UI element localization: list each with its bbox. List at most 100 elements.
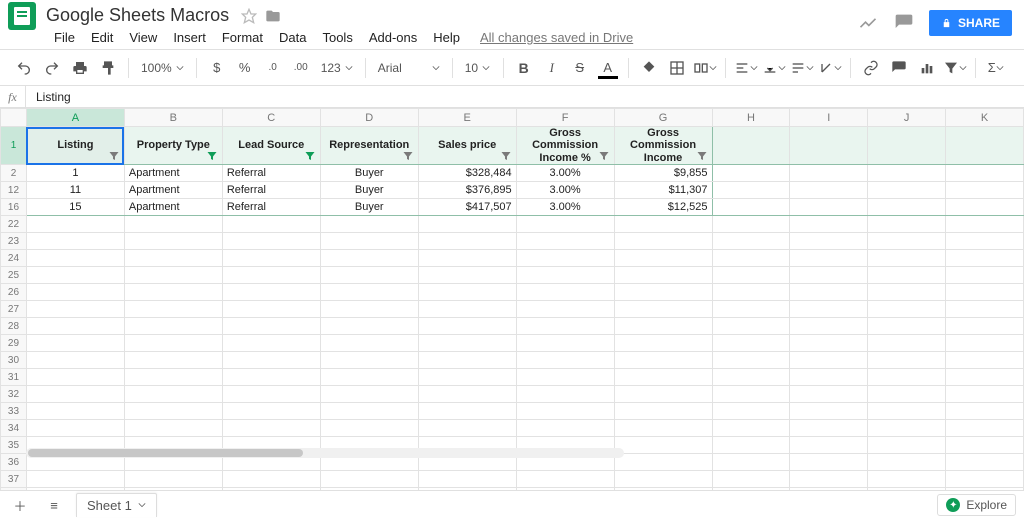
cell[interactable]: [222, 488, 320, 491]
cell[interactable]: [712, 352, 790, 369]
cell[interactable]: Referral: [222, 199, 320, 216]
add-sheet-button[interactable]: ＋: [8, 493, 32, 519]
formula-bar[interactable]: Listing: [26, 90, 71, 104]
row-header[interactable]: 33: [1, 403, 27, 420]
cell[interactable]: [26, 403, 124, 420]
row-header[interactable]: 36: [1, 454, 27, 471]
sheet-tab[interactable]: Sheet 1: [76, 493, 157, 517]
row-header[interactable]: 25: [1, 267, 27, 284]
bold-button[interactable]: B: [512, 55, 536, 81]
cell[interactable]: [418, 216, 516, 233]
insert-link-button[interactable]: [859, 55, 883, 81]
filter-header-cell[interactable]: GrossCommissionIncome: [614, 127, 712, 165]
cell[interactable]: [868, 284, 946, 301]
filter-button[interactable]: [943, 55, 967, 81]
cell[interactable]: [712, 369, 790, 386]
select-all-cell[interactable]: [1, 109, 27, 127]
cell[interactable]: [124, 386, 222, 403]
comments-icon[interactable]: [893, 12, 915, 34]
col-header-b[interactable]: B: [124, 109, 222, 127]
cell[interactable]: [124, 403, 222, 420]
cell[interactable]: [946, 437, 1024, 454]
cell[interactable]: [868, 403, 946, 420]
menu-addons[interactable]: Add-ons: [361, 27, 425, 48]
merge-cells-button[interactable]: [693, 55, 717, 81]
cell[interactable]: Buyer: [320, 182, 418, 199]
cell[interactable]: [868, 437, 946, 454]
text-rotation-button[interactable]: [818, 55, 842, 81]
cell[interactable]: $12,525: [614, 199, 712, 216]
cell[interactable]: $9,855: [614, 165, 712, 182]
cell[interactable]: Referral: [222, 165, 320, 182]
cell[interactable]: [946, 488, 1024, 491]
horizontal-align-button[interactable]: [734, 55, 758, 81]
col-header-f[interactable]: F: [516, 109, 614, 127]
cell[interactable]: [222, 284, 320, 301]
cell[interactable]: [26, 267, 124, 284]
cell[interactable]: [712, 233, 790, 250]
row-header[interactable]: 12: [1, 182, 27, 199]
cell[interactable]: [26, 233, 124, 250]
cell[interactable]: [320, 284, 418, 301]
cell[interactable]: [26, 386, 124, 403]
cell[interactable]: [614, 420, 712, 437]
cell[interactable]: [712, 318, 790, 335]
cell[interactable]: [516, 318, 614, 335]
filter-icon[interactable]: [304, 150, 316, 162]
cell[interactable]: $376,895: [418, 182, 516, 199]
cell[interactable]: Apartment: [124, 165, 222, 182]
cell[interactable]: [320, 335, 418, 352]
cell[interactable]: [516, 284, 614, 301]
cell[interactable]: [26, 369, 124, 386]
cell[interactable]: [516, 471, 614, 488]
cell[interactable]: [418, 318, 516, 335]
cell[interactable]: [26, 420, 124, 437]
cell[interactable]: [614, 301, 712, 318]
cell[interactable]: [614, 403, 712, 420]
filter-icon[interactable]: [402, 150, 414, 162]
filter-header-cell[interactable]: GrossCommissionIncome %: [516, 127, 614, 165]
activity-icon[interactable]: [857, 12, 879, 34]
cell[interactable]: [946, 420, 1024, 437]
cell[interactable]: [222, 352, 320, 369]
fill-color-button[interactable]: [637, 55, 661, 81]
cell[interactable]: [614, 216, 712, 233]
share-button[interactable]: SHARE: [929, 10, 1012, 36]
cell[interactable]: [26, 352, 124, 369]
vertical-align-button[interactable]: [762, 55, 786, 81]
cell[interactable]: [516, 386, 614, 403]
cell[interactable]: [320, 369, 418, 386]
cell[interactable]: [418, 420, 516, 437]
cell[interactable]: [516, 250, 614, 267]
cell[interactable]: [516, 301, 614, 318]
menu-file[interactable]: File: [46, 27, 83, 48]
cell[interactable]: [320, 250, 418, 267]
row-header[interactable]: 29: [1, 335, 27, 352]
move-to-folder-icon[interactable]: [261, 8, 285, 24]
cell[interactable]: [712, 250, 790, 267]
cell[interactable]: [868, 386, 946, 403]
cell[interactable]: [320, 352, 418, 369]
font-family-select[interactable]: Arial: [374, 61, 444, 75]
cell[interactable]: [790, 352, 868, 369]
cell[interactable]: [516, 488, 614, 491]
cell[interactable]: [790, 471, 868, 488]
cell[interactable]: [418, 471, 516, 488]
cell[interactable]: [516, 352, 614, 369]
cell[interactable]: [222, 267, 320, 284]
cell[interactable]: [712, 386, 790, 403]
cell[interactable]: [946, 386, 1024, 403]
cell[interactable]: [124, 301, 222, 318]
cell[interactable]: Apartment: [124, 182, 222, 199]
cell[interactable]: 11: [26, 182, 124, 199]
cell[interactable]: [790, 420, 868, 437]
cell[interactable]: [26, 301, 124, 318]
cell[interactable]: [614, 284, 712, 301]
cell[interactable]: [320, 403, 418, 420]
cell[interactable]: [868, 352, 946, 369]
cell[interactable]: [712, 267, 790, 284]
cell[interactable]: [946, 233, 1024, 250]
row-header[interactable]: 31: [1, 369, 27, 386]
undo-button[interactable]: [12, 55, 36, 81]
cell[interactable]: [614, 437, 712, 454]
